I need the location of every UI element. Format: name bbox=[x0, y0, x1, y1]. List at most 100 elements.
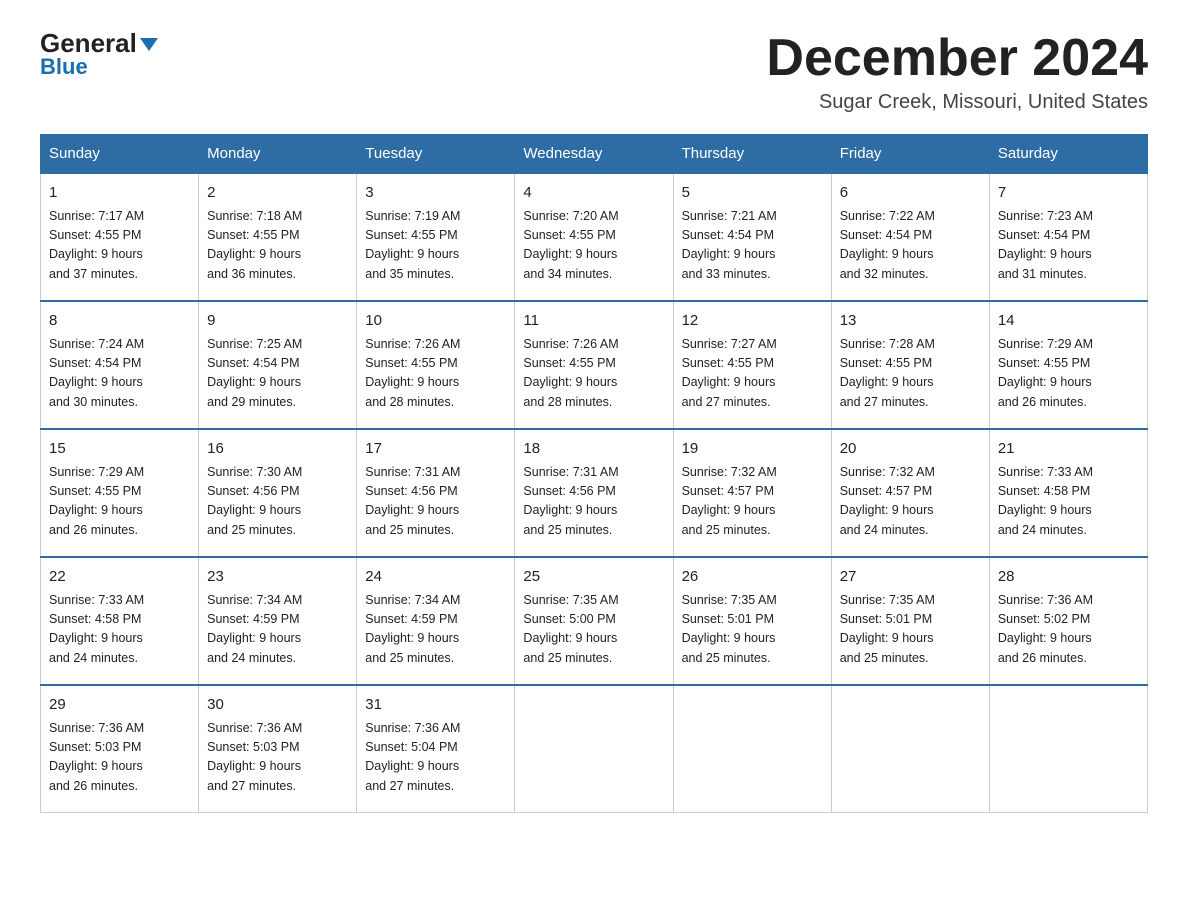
calendar-week-row: 1Sunrise: 7:17 AMSunset: 4:55 PMDaylight… bbox=[41, 173, 1148, 301]
calendar-day-cell: 23Sunrise: 7:34 AMSunset: 4:59 PMDayligh… bbox=[199, 557, 357, 685]
calendar-day-cell bbox=[673, 685, 831, 813]
day-info: Sunrise: 7:17 AMSunset: 4:55 PMDaylight:… bbox=[49, 207, 190, 285]
day-number: 17 bbox=[365, 438, 506, 461]
calendar-day-cell: 16Sunrise: 7:30 AMSunset: 4:56 PMDayligh… bbox=[199, 429, 357, 557]
day-info: Sunrise: 7:35 AMSunset: 5:01 PMDaylight:… bbox=[682, 591, 823, 669]
day-number: 7 bbox=[998, 182, 1139, 205]
day-number: 10 bbox=[365, 310, 506, 333]
day-info: Sunrise: 7:30 AMSunset: 4:56 PMDaylight:… bbox=[207, 463, 348, 541]
calendar-week-row: 22Sunrise: 7:33 AMSunset: 4:58 PMDayligh… bbox=[41, 557, 1148, 685]
calendar-day-cell: 27Sunrise: 7:35 AMSunset: 5:01 PMDayligh… bbox=[831, 557, 989, 685]
page-header: General Blue December 2024 Sugar Creek, … bbox=[40, 30, 1148, 114]
day-number: 31 bbox=[365, 694, 506, 717]
day-number: 3 bbox=[365, 182, 506, 205]
day-info: Sunrise: 7:36 AMSunset: 5:02 PMDaylight:… bbox=[998, 591, 1139, 669]
day-info: Sunrise: 7:22 AMSunset: 4:54 PMDaylight:… bbox=[840, 207, 981, 285]
day-number: 18 bbox=[523, 438, 664, 461]
calendar-day-cell bbox=[989, 685, 1147, 813]
calendar-day-cell: 11Sunrise: 7:26 AMSunset: 4:55 PMDayligh… bbox=[515, 301, 673, 429]
day-info: Sunrise: 7:18 AMSunset: 4:55 PMDaylight:… bbox=[207, 207, 348, 285]
calendar-day-cell: 19Sunrise: 7:32 AMSunset: 4:57 PMDayligh… bbox=[673, 429, 831, 557]
calendar-day-cell: 1Sunrise: 7:17 AMSunset: 4:55 PMDaylight… bbox=[41, 173, 199, 301]
calendar-day-cell: 18Sunrise: 7:31 AMSunset: 4:56 PMDayligh… bbox=[515, 429, 673, 557]
calendar-week-row: 29Sunrise: 7:36 AMSunset: 5:03 PMDayligh… bbox=[41, 685, 1148, 813]
day-number: 15 bbox=[49, 438, 190, 461]
calendar-day-cell bbox=[515, 685, 673, 813]
day-number: 23 bbox=[207, 566, 348, 589]
day-info: Sunrise: 7:29 AMSunset: 4:55 PMDaylight:… bbox=[49, 463, 190, 541]
header-tuesday: Tuesday bbox=[357, 135, 515, 174]
title-area: December 2024 Sugar Creek, Missouri, Uni… bbox=[766, 30, 1148, 114]
day-number: 25 bbox=[523, 566, 664, 589]
day-number: 9 bbox=[207, 310, 348, 333]
day-number: 20 bbox=[840, 438, 981, 461]
calendar-day-cell: 8Sunrise: 7:24 AMSunset: 4:54 PMDaylight… bbox=[41, 301, 199, 429]
day-number: 13 bbox=[840, 310, 981, 333]
header-wednesday: Wednesday bbox=[515, 135, 673, 174]
header-monday: Monday bbox=[199, 135, 357, 174]
day-info: Sunrise: 7:33 AMSunset: 4:58 PMDaylight:… bbox=[49, 591, 190, 669]
logo-blue-text: Blue bbox=[40, 54, 88, 80]
calendar-day-cell: 7Sunrise: 7:23 AMSunset: 4:54 PMDaylight… bbox=[989, 173, 1147, 301]
calendar-day-cell: 30Sunrise: 7:36 AMSunset: 5:03 PMDayligh… bbox=[199, 685, 357, 813]
day-info: Sunrise: 7:31 AMSunset: 4:56 PMDaylight:… bbox=[523, 463, 664, 541]
day-info: Sunrise: 7:33 AMSunset: 4:58 PMDaylight:… bbox=[998, 463, 1139, 541]
day-info: Sunrise: 7:29 AMSunset: 4:55 PMDaylight:… bbox=[998, 335, 1139, 413]
calendar-day-cell: 10Sunrise: 7:26 AMSunset: 4:55 PMDayligh… bbox=[357, 301, 515, 429]
month-title: December 2024 bbox=[766, 30, 1148, 87]
calendar-day-cell: 4Sunrise: 7:20 AMSunset: 4:55 PMDaylight… bbox=[515, 173, 673, 301]
day-number: 14 bbox=[998, 310, 1139, 333]
calendar-day-cell: 22Sunrise: 7:33 AMSunset: 4:58 PMDayligh… bbox=[41, 557, 199, 685]
calendar-day-cell: 13Sunrise: 7:28 AMSunset: 4:55 PMDayligh… bbox=[831, 301, 989, 429]
day-number: 19 bbox=[682, 438, 823, 461]
day-info: Sunrise: 7:23 AMSunset: 4:54 PMDaylight:… bbox=[998, 207, 1139, 285]
header-sunday: Sunday bbox=[41, 135, 199, 174]
header-saturday: Saturday bbox=[989, 135, 1147, 174]
header-row: Sunday Monday Tuesday Wednesday Thursday… bbox=[41, 135, 1148, 174]
calendar-day-cell: 24Sunrise: 7:34 AMSunset: 4:59 PMDayligh… bbox=[357, 557, 515, 685]
day-info: Sunrise: 7:36 AMSunset: 5:03 PMDaylight:… bbox=[49, 719, 190, 797]
day-info: Sunrise: 7:32 AMSunset: 4:57 PMDaylight:… bbox=[682, 463, 823, 541]
calendar-week-row: 15Sunrise: 7:29 AMSunset: 4:55 PMDayligh… bbox=[41, 429, 1148, 557]
calendar-day-cell: 31Sunrise: 7:36 AMSunset: 5:04 PMDayligh… bbox=[357, 685, 515, 813]
calendar-day-cell: 17Sunrise: 7:31 AMSunset: 4:56 PMDayligh… bbox=[357, 429, 515, 557]
day-info: Sunrise: 7:35 AMSunset: 5:00 PMDaylight:… bbox=[523, 591, 664, 669]
day-number: 27 bbox=[840, 566, 981, 589]
day-info: Sunrise: 7:24 AMSunset: 4:54 PMDaylight:… bbox=[49, 335, 190, 413]
logo: General Blue bbox=[40, 30, 158, 80]
calendar-day-cell: 6Sunrise: 7:22 AMSunset: 4:54 PMDaylight… bbox=[831, 173, 989, 301]
day-number: 11 bbox=[523, 310, 664, 333]
calendar-day-cell bbox=[831, 685, 989, 813]
day-number: 21 bbox=[998, 438, 1139, 461]
day-number: 6 bbox=[840, 182, 981, 205]
day-number: 29 bbox=[49, 694, 190, 717]
day-info: Sunrise: 7:21 AMSunset: 4:54 PMDaylight:… bbox=[682, 207, 823, 285]
calendar-day-cell: 14Sunrise: 7:29 AMSunset: 4:55 PMDayligh… bbox=[989, 301, 1147, 429]
day-info: Sunrise: 7:27 AMSunset: 4:55 PMDaylight:… bbox=[682, 335, 823, 413]
header-friday: Friday bbox=[831, 135, 989, 174]
header-thursday: Thursday bbox=[673, 135, 831, 174]
day-number: 24 bbox=[365, 566, 506, 589]
calendar-day-cell: 15Sunrise: 7:29 AMSunset: 4:55 PMDayligh… bbox=[41, 429, 199, 557]
day-info: Sunrise: 7:26 AMSunset: 4:55 PMDaylight:… bbox=[365, 335, 506, 413]
day-number: 4 bbox=[523, 182, 664, 205]
calendar-day-cell: 28Sunrise: 7:36 AMSunset: 5:02 PMDayligh… bbox=[989, 557, 1147, 685]
location-title: Sugar Creek, Missouri, United States bbox=[766, 91, 1148, 114]
calendar-day-cell: 5Sunrise: 7:21 AMSunset: 4:54 PMDaylight… bbox=[673, 173, 831, 301]
calendar-day-cell: 12Sunrise: 7:27 AMSunset: 4:55 PMDayligh… bbox=[673, 301, 831, 429]
calendar-table: Sunday Monday Tuesday Wednesday Thursday… bbox=[40, 134, 1148, 813]
calendar-header: Sunday Monday Tuesday Wednesday Thursday… bbox=[41, 135, 1148, 174]
day-info: Sunrise: 7:26 AMSunset: 4:55 PMDaylight:… bbox=[523, 335, 664, 413]
day-info: Sunrise: 7:32 AMSunset: 4:57 PMDaylight:… bbox=[840, 463, 981, 541]
day-info: Sunrise: 7:35 AMSunset: 5:01 PMDaylight:… bbox=[840, 591, 981, 669]
logo-general-text: General bbox=[40, 30, 158, 56]
day-number: 8 bbox=[49, 310, 190, 333]
calendar-day-cell: 3Sunrise: 7:19 AMSunset: 4:55 PMDaylight… bbox=[357, 173, 515, 301]
day-info: Sunrise: 7:19 AMSunset: 4:55 PMDaylight:… bbox=[365, 207, 506, 285]
day-info: Sunrise: 7:31 AMSunset: 4:56 PMDaylight:… bbox=[365, 463, 506, 541]
day-number: 26 bbox=[682, 566, 823, 589]
day-number: 28 bbox=[998, 566, 1139, 589]
day-number: 2 bbox=[207, 182, 348, 205]
day-number: 30 bbox=[207, 694, 348, 717]
day-number: 12 bbox=[682, 310, 823, 333]
